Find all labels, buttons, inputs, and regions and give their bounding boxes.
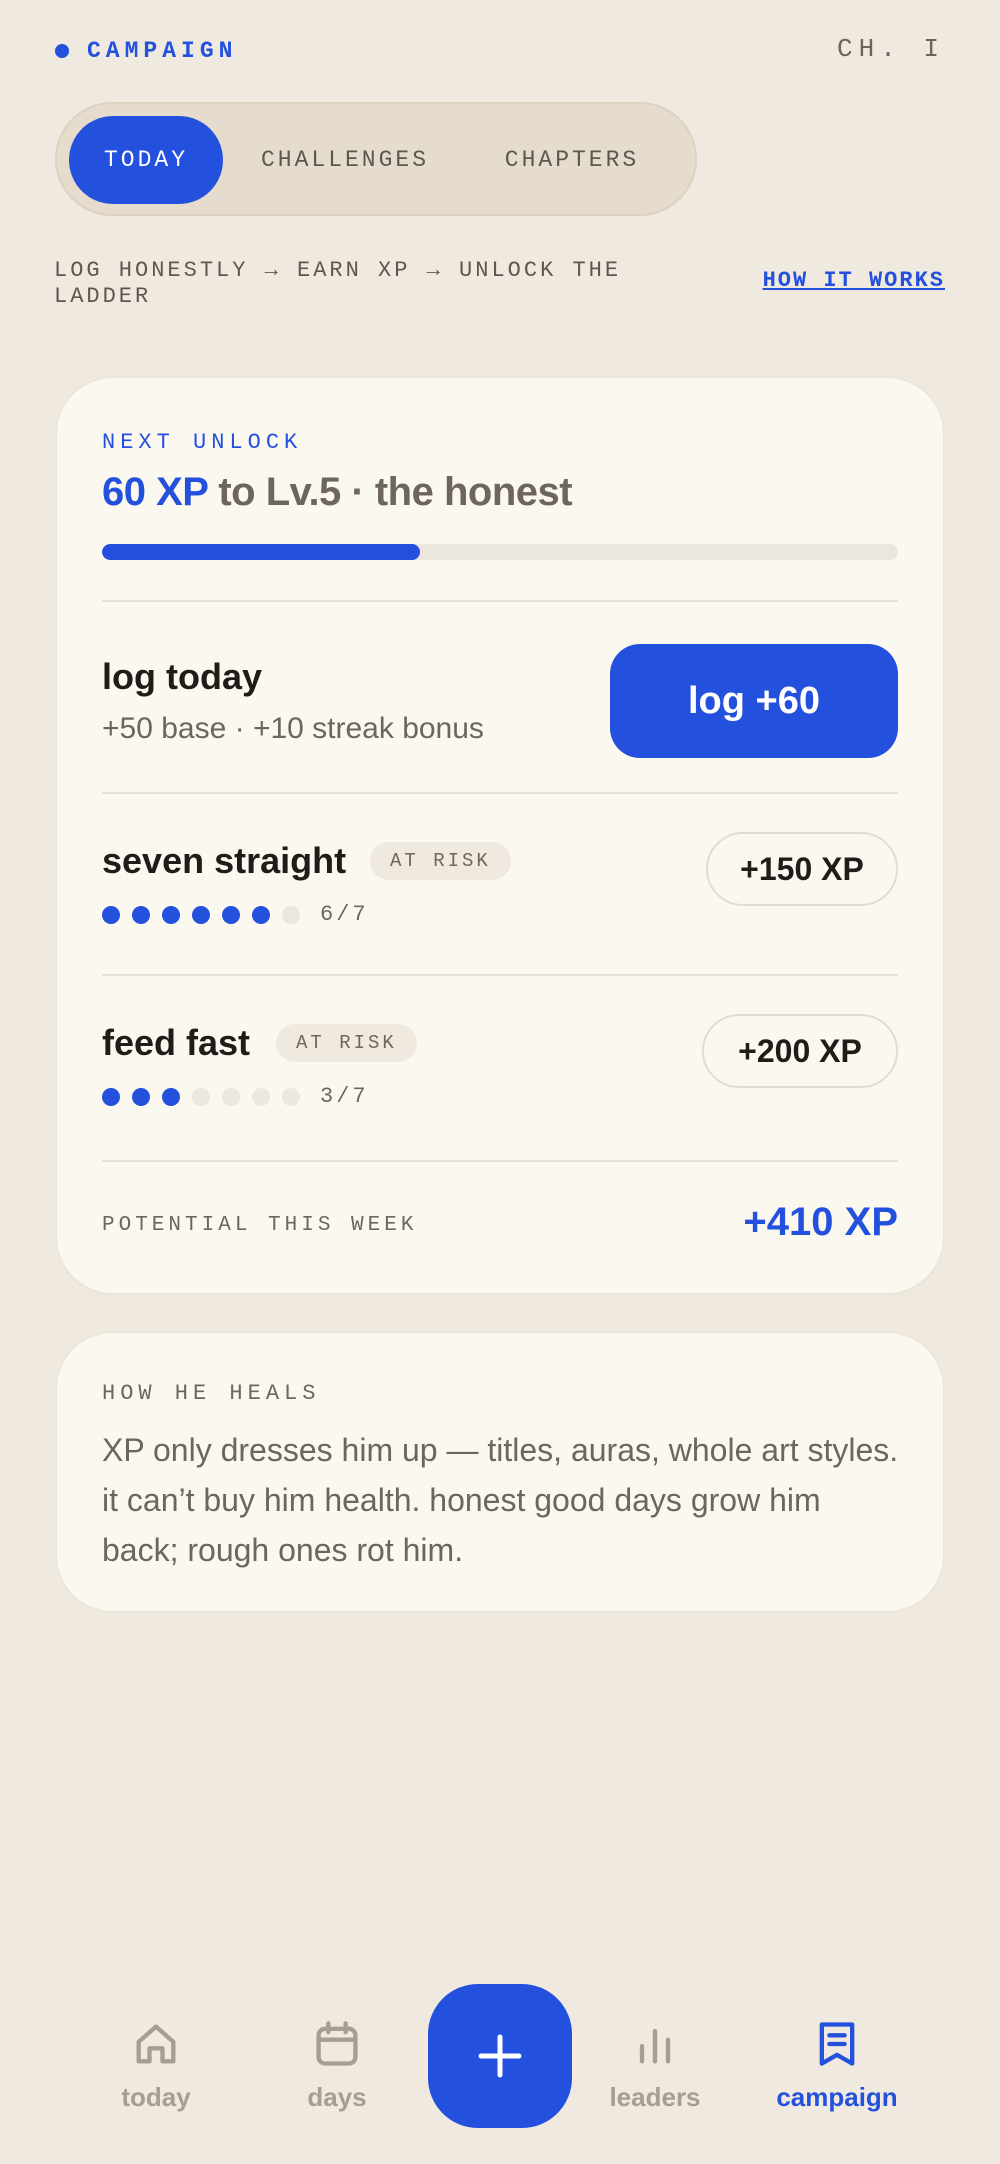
tab-chapters[interactable]: CHAPTERS	[467, 116, 677, 204]
bookmark-list-icon	[819, 2022, 855, 2066]
progress-dot	[162, 1087, 180, 1106]
progress-dot	[132, 1087, 150, 1106]
log-today-title: log today	[102, 656, 262, 697]
nav-item-leaders[interactable]: leaders	[575, 2018, 735, 2113]
progress-dot	[132, 905, 150, 924]
next-unlock-card: NEXT UNLOCK 60 XP to Lv.5 · the honest l…	[57, 378, 943, 1293]
how-it-works-link[interactable]: HOW IT WORKS	[763, 268, 945, 293]
next-unlock-eyebrow: NEXT UNLOCK	[102, 430, 303, 455]
brand-dot-icon	[55, 44, 69, 58]
challenge-row: seven straight AT RISK 6/7 +150 XP	[102, 832, 898, 960]
challenge-progress-dots: 6/7	[102, 902, 369, 927]
progress-dot	[102, 905, 120, 924]
home-icon	[136, 2024, 176, 2064]
at-risk-badge: AT RISK	[276, 1024, 417, 1062]
plus-icon	[478, 2034, 522, 2078]
challenge-name: feed fast	[102, 1022, 251, 1063]
how-he-heals-body: XP only dresses him up — titles, auras, …	[102, 1432, 899, 1568]
unlock-title: 60 XP to Lv.5 · the honest	[102, 470, 573, 515]
nav-label: leaders	[609, 2082, 701, 2112]
progress-dot	[192, 1087, 210, 1106]
divider	[102, 792, 898, 794]
progress-dot	[192, 905, 210, 924]
segmented-tabs: TODAY CHALLENGES CHAPTERS	[55, 102, 697, 216]
progress-dot	[222, 1087, 240, 1106]
flow-description: LOG HONESTLY → EARN XP → UNLOCK THE LADD…	[54, 258, 622, 309]
divider	[102, 600, 898, 602]
challenge-reward-pill[interactable]: +200 XP	[702, 1014, 898, 1088]
divider	[102, 974, 898, 976]
challenge-count: 3/7	[320, 1084, 369, 1109]
progress-dot	[282, 905, 300, 924]
progress-dot	[282, 1087, 300, 1106]
nav-item-today[interactable]: today	[76, 2018, 236, 2113]
how-he-heals-eyebrow: HOW HE HEALS	[102, 1381, 321, 1406]
brand-label: CAMPAIGN	[87, 38, 238, 64]
nav-item-campaign[interactable]: campaign	[757, 2018, 917, 2113]
challenge-reward-pill[interactable]: +150 XP	[706, 832, 898, 906]
bottom-nav: today days leaders campaign	[0, 1970, 1000, 2164]
nav-item-days[interactable]: days	[257, 2018, 417, 2113]
how-he-heals-card: HOW HE HEALS XP only dresses him up — ti…	[57, 1333, 943, 1611]
potential-value: +410 XP	[743, 1200, 898, 1244]
challenge-row: feed fast AT RISK 3/7 +200 XP	[102, 1014, 898, 1142]
at-risk-badge: AT RISK	[370, 842, 511, 880]
challenge-count: 6/7	[320, 902, 369, 927]
nav-label: campaign	[776, 2082, 898, 2112]
unlock-progress-fill	[102, 544, 421, 560]
progress-dot	[222, 905, 240, 924]
log-button[interactable]: log +60	[610, 644, 898, 758]
tab-challenges[interactable]: CHALLENGES	[237, 116, 453, 204]
nav-label: days	[307, 2082, 367, 2112]
bar-chart-icon	[639, 2028, 671, 2064]
progress-dot	[252, 1087, 270, 1106]
add-entry-button[interactable]	[428, 1984, 572, 2128]
calendar-icon	[316, 2021, 358, 2066]
unlock-progress-bar	[102, 544, 898, 560]
nav-label: today	[121, 2082, 191, 2112]
progress-dot	[252, 905, 270, 924]
challenge-name: seven straight	[102, 840, 347, 881]
challenge-progress-dots: 3/7	[102, 1084, 369, 1109]
top-bar: CAMPAIGN CH. I	[55, 30, 945, 70]
log-today-breakdown: +50 base · +10 streak bonus	[102, 712, 484, 745]
progress-dot	[162, 905, 180, 924]
unlock-target: to Lv.5 · the honest	[207, 470, 573, 514]
potential-label: POTENTIAL THIS WEEK	[102, 1214, 418, 1237]
brand: CAMPAIGN	[55, 38, 237, 64]
unlock-xp: 60 XP	[102, 470, 208, 514]
progress-dot	[102, 1087, 120, 1106]
tab-today[interactable]: TODAY	[69, 116, 223, 204]
chapter-indicator: CH. I	[836, 34, 945, 64]
divider	[102, 1160, 898, 1162]
